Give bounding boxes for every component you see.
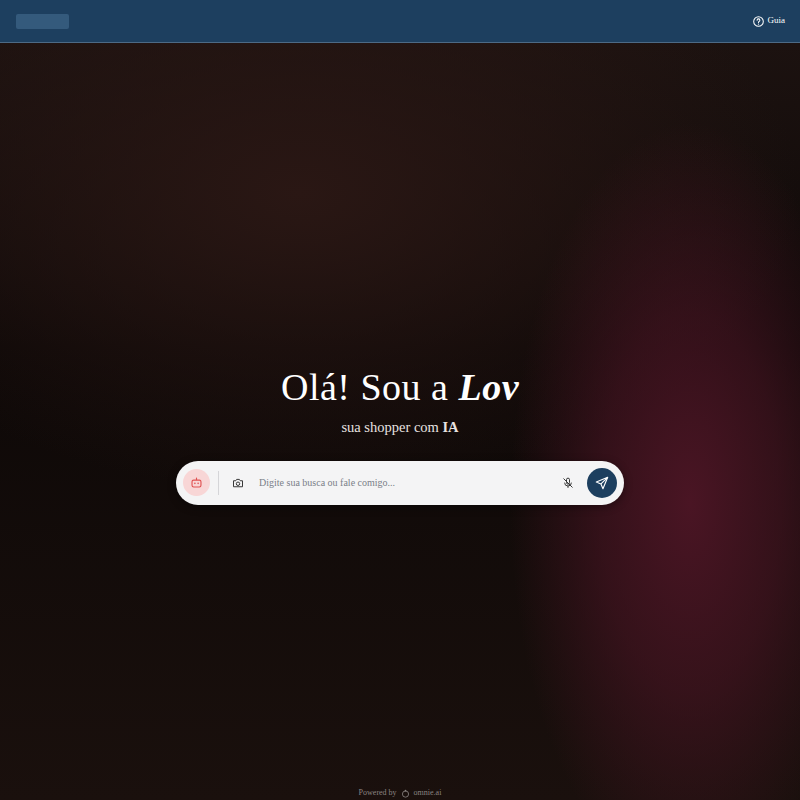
microphone-button[interactable] — [557, 472, 579, 494]
footer: Powered by omnie.ai — [0, 787, 800, 800]
send-button[interactable] — [587, 468, 617, 498]
hero-subtitle: sua shopper com IA — [341, 417, 458, 439]
logo[interactable] — [16, 14, 69, 29]
top-bar: Guia — [0, 0, 800, 43]
robot-icon — [190, 476, 203, 489]
camera-icon — [232, 477, 244, 489]
microphone-icon — [562, 477, 574, 489]
brand-logo-icon — [401, 789, 410, 798]
guide-button[interactable]: Guia — [751, 10, 788, 32]
search-input[interactable] — [249, 475, 557, 490]
search-bar — [176, 461, 624, 505]
camera-button[interactable] — [227, 472, 249, 494]
assistant-button[interactable] — [183, 469, 210, 496]
hero: Olá! Sou a Lov sua shopper com IA — [0, 43, 800, 787]
send-icon — [595, 476, 609, 490]
hero-title: Olá! Sou a Lov — [281, 365, 519, 411]
divider — [218, 471, 219, 495]
help-icon — [753, 16, 764, 27]
hero-background: Olá! Sou a Lov sua shopper com IA Powere… — [0, 43, 800, 800]
